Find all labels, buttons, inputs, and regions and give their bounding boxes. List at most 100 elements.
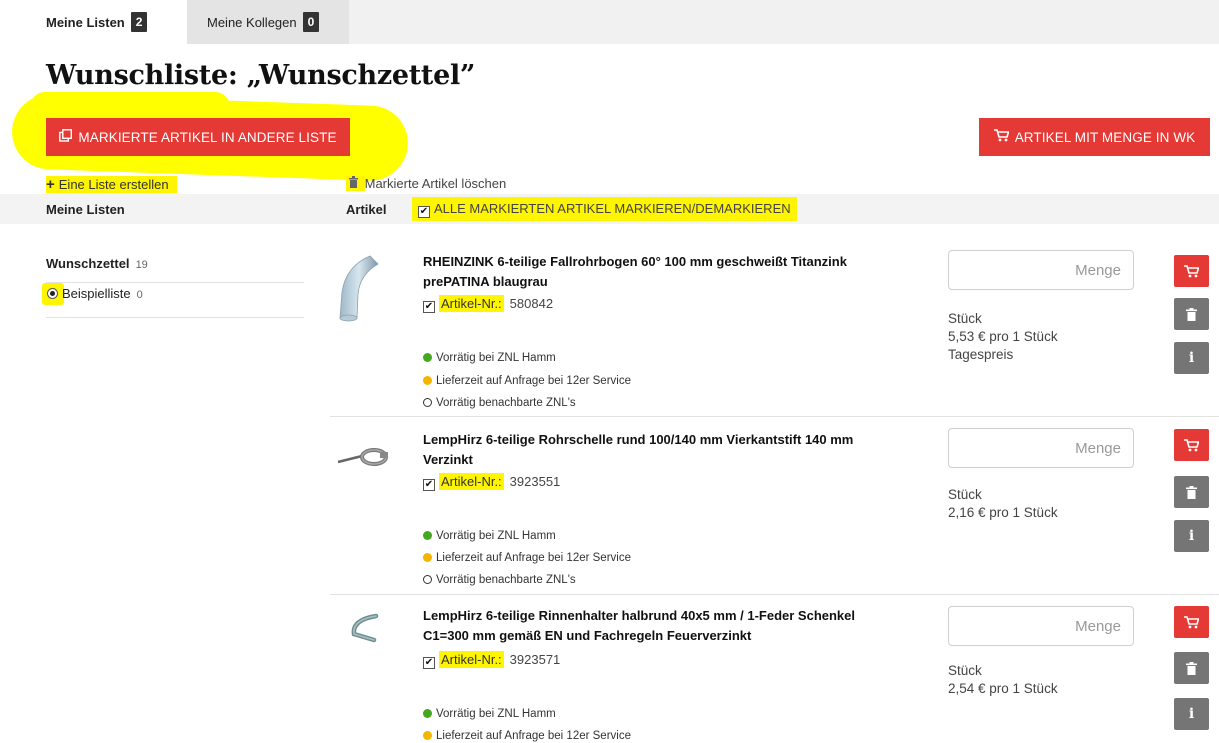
product-row: LempHirz 6-teilige Rohrschelle rund 100/… (330, 428, 1219, 588)
delete-item-button[interactable] (1174, 476, 1209, 508)
add-to-cart-button[interactable] (1174, 255, 1209, 287)
unit-label: Stück (948, 487, 982, 502)
article-number: ✔ Artikel-Nr.: 3923571 (423, 651, 561, 669)
stock-status: Lieferzeit auf Anfrage bei 12er Service (423, 730, 631, 742)
tab-count-badge: 2 (130, 12, 148, 32)
checkbox-checked-icon: ✔ (418, 206, 430, 218)
plus-icon: + (46, 176, 55, 193)
article-number-value: 3923551 (509, 474, 561, 489)
stock-status: Vorrätig bei ZNL Hamm (423, 530, 556, 542)
toggle-all-checkbox[interactable]: ✔ ALLE MARKIERTEN ARTIKEL MARKIEREN/DEMAR… (412, 197, 797, 221)
info-icon: i (1188, 528, 1195, 544)
article-label: Artikel-Nr.: (439, 651, 504, 668)
unit-label: Stück (948, 663, 982, 678)
list-count: 0 (136, 289, 143, 301)
lists-column-header: Meine Listen (46, 202, 125, 217)
cart-icon (1184, 264, 1199, 277)
stock-text: Vorrätig benachbarte ZNL's (436, 397, 576, 409)
article-number-value: 580842 (509, 296, 554, 311)
copy-icon (59, 129, 73, 145)
stock-status: Lieferzeit auf Anfrage bei 12er Service (423, 552, 631, 564)
cart-icon (993, 129, 1010, 145)
delete-marked-link[interactable]: Markierte Artikel löschen (346, 176, 506, 191)
stock-text: Lieferzeit auf Anfrage bei 12er Service (436, 552, 631, 564)
list-item-beispielliste[interactable]: Beispielliste 0 (46, 286, 304, 318)
article-number: ✔ Artikel-Nr.: 580842 (423, 295, 554, 313)
list-name: Beispielliste (62, 286, 131, 301)
price-note: Tagespreis (948, 347, 1014, 362)
info-button[interactable]: i (1174, 698, 1209, 730)
product-image[interactable] (330, 430, 410, 520)
row-divider (330, 416, 1219, 417)
on-request-dot-icon (423, 731, 432, 740)
in-stock-dot-icon (423, 353, 432, 362)
trash-icon (1186, 661, 1197, 675)
tab-bar: Meine Listen 2 Meine Kollegen 0 (0, 0, 1219, 44)
toggle-all-label: ALLE MARKIERTEN ARTIKEL MARKIEREN/DEMARK… (434, 201, 791, 216)
in-stock-dot-icon (423, 531, 432, 540)
stock-text: Vorrätig bei ZNL Hamm (436, 708, 556, 720)
info-icon: i (1188, 706, 1195, 722)
stock-text: Vorrätig benachbarte ZNL's (436, 574, 576, 586)
product-image[interactable] (330, 252, 410, 342)
info-button[interactable]: i (1174, 342, 1209, 374)
product-name[interactable]: LempHirz 6-teilige Rinnenhalter halbrund… (423, 606, 893, 646)
page-title: Wunschliste: „Wunschzettel” (46, 60, 476, 91)
tab-label: Meine Listen (46, 14, 125, 30)
product-checkbox[interactable]: ✔ (423, 657, 435, 669)
stock-text: Lieferzeit auf Anfrage bei 12er Service (436, 730, 631, 742)
product-name[interactable]: LempHirz 6-teilige Rohrschelle rund 100/… (423, 430, 893, 470)
tab-count-badge: 0 (302, 12, 320, 32)
price-text: 5,53 € pro 1 Stück (948, 329, 1058, 344)
tab-label: Meine Kollegen (207, 14, 297, 30)
stock-status: Vorrätig bei ZNL Hamm (423, 708, 556, 720)
delete-item-button[interactable] (1174, 652, 1209, 684)
tab-meine-kollegen[interactable]: Meine Kollegen 0 (187, 0, 349, 44)
quantity-input[interactable] (948, 250, 1134, 290)
article-label: Artikel-Nr.: (439, 295, 504, 312)
unit-price: Stück 2,16 € pro 1 Stück (948, 486, 1058, 522)
stock-text: Vorrätig bei ZNL Hamm (436, 352, 556, 364)
add-to-cart-button[interactable] (1174, 429, 1209, 461)
product-checkbox[interactable]: ✔ (423, 479, 435, 491)
stock-text: Lieferzeit auf Anfrage bei 12er Service (436, 375, 631, 387)
info-button[interactable]: i (1174, 520, 1209, 552)
add-all-to-cart-button[interactable]: ARTIKEL MIT MENGE IN WK (979, 118, 1210, 156)
quantity-input[interactable] (948, 428, 1134, 468)
list-item-wunschzettel[interactable]: Wunschzettel 19 (46, 256, 304, 283)
article-number: ✔ Artikel-Nr.: 3923551 (423, 473, 561, 491)
row-divider (330, 594, 1219, 595)
cart-icon (1184, 615, 1199, 628)
on-request-dot-icon (423, 376, 432, 385)
cart-icon (1184, 438, 1199, 451)
product-name[interactable]: RHEINZINK 6-teilige Fallrohrbogen 60° 10… (423, 252, 893, 292)
tab-meine-listen[interactable]: Meine Listen 2 (0, 0, 187, 44)
stock-status: Vorrätig bei ZNL Hamm (423, 352, 556, 364)
move-to-other-list-button[interactable]: MARKIERTE ARTIKEL IN ANDERE LISTE (46, 118, 350, 156)
product-image[interactable] (330, 606, 410, 696)
articles-column-header: Artikel (346, 202, 387, 217)
product-checkbox[interactable]: ✔ (423, 301, 435, 313)
article-number-value: 3923571 (509, 652, 561, 667)
in-stock-dot-icon (423, 709, 432, 718)
product-row: LempHirz 6-teilige Rinnenhalter halbrund… (330, 606, 1219, 743)
trash-icon (346, 176, 365, 191)
neighbour-stock-dot-icon (423, 398, 432, 407)
stock-status: Vorrätig benachbarte ZNL's (423, 397, 576, 409)
neighbour-stock-dot-icon (423, 575, 432, 584)
list-header-row: Meine Listen Artikel ✔ ALLE MARKIERTEN AR… (0, 194, 1219, 224)
unit-price: Stück 5,53 € pro 1 Stück Tagespreis (948, 310, 1058, 364)
stock-status: Lieferzeit auf Anfrage bei 12er Service (423, 375, 631, 387)
create-list-link[interactable]: + Eine Liste erstellen (46, 176, 177, 193)
price-text: 2,16 € pro 1 Stück (948, 505, 1058, 520)
trash-icon (1186, 307, 1197, 321)
move-to-other-list-label: MARKIERTE ARTIKEL IN ANDERE LISTE (78, 129, 337, 145)
add-to-cart-button[interactable] (1174, 606, 1209, 638)
list-name: Wunschzettel (46, 256, 130, 271)
list-count: 19 (135, 259, 148, 271)
create-list-label: Eine Liste erstellen (58, 177, 169, 192)
quantity-input[interactable] (948, 606, 1134, 646)
stock-status: Vorrätig benachbarte ZNL's (423, 574, 576, 586)
delete-item-button[interactable] (1174, 298, 1209, 330)
info-icon: i (1188, 350, 1195, 366)
